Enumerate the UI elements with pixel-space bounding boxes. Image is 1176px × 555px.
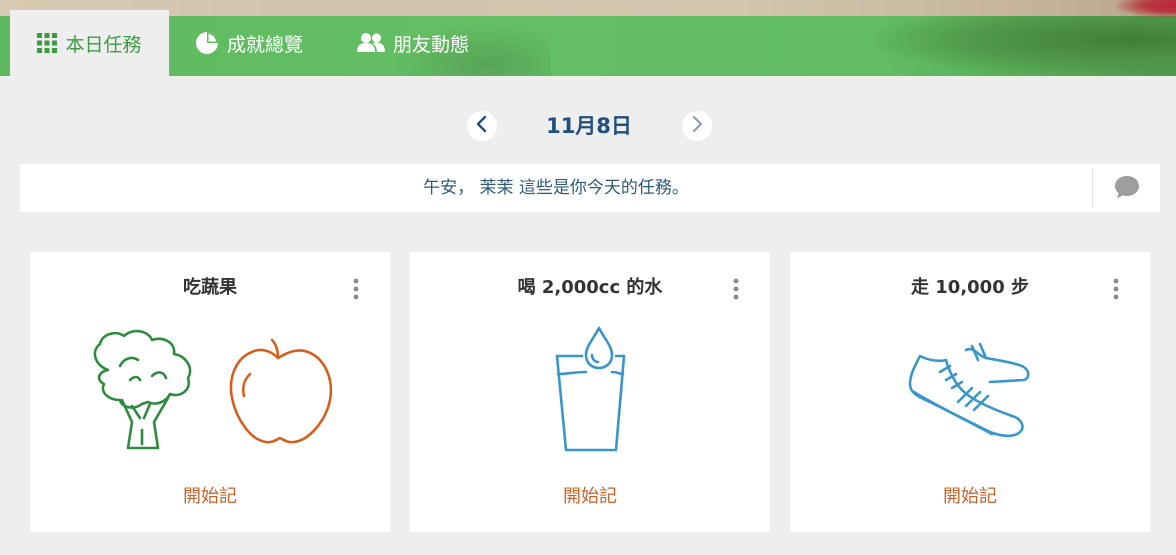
header-photo-strip [0, 0, 1176, 16]
next-day-button[interactable] [682, 111, 712, 141]
date-navigator: 11月8日 [0, 107, 1176, 147]
task-title: 吃蔬果 [183, 277, 237, 298]
greeting-message: 午安， 茉茉 這些是你今天的任務。 [423, 178, 689, 198]
start-record-link[interactable]: 開始記 [30, 484, 390, 510]
tab-label: 朋友動態 [393, 33, 470, 56]
current-date: 11月8日 [546, 114, 632, 138]
more-options-icon[interactable] [348, 276, 364, 302]
start-record-link[interactable]: 開始記 [410, 484, 770, 510]
task-card-water[interactable]: 喝 2,000cc 的水 開始記 [410, 252, 770, 532]
greeting-bar: 午安， 茉茉 這些是你今天的任務。 [20, 164, 1160, 212]
chat-button[interactable] [1110, 174, 1144, 204]
grid-icon [37, 33, 58, 53]
tab-friends-activity[interactable]: 朋友動態 [357, 10, 469, 76]
chevron-left-icon [475, 115, 489, 137]
pie-chart-icon [195, 31, 219, 55]
prev-day-button[interactable] [467, 111, 497, 141]
start-record-link[interactable]: 開始記 [790, 484, 1150, 510]
water-glass-icon [410, 322, 770, 462]
task-title: 走 10,000 步 [911, 277, 1029, 298]
tab-today-tasks[interactable]: 本日任務 [10, 10, 169, 76]
header-photo-accent [1116, 0, 1176, 18]
task-card-fruits-veggies[interactable]: 吃蔬果 開始記 [30, 252, 390, 532]
top-nav-bar: 本日任務 成就總覽 朋友動態 [0, 0, 1176, 76]
tab-achievements[interactable]: 成就總覽 [195, 10, 303, 76]
chevron-right-icon [690, 115, 704, 137]
header-hill-decoration [876, 16, 1176, 76]
greeting-divider [1092, 168, 1093, 208]
broccoli-apple-icon [30, 322, 390, 462]
tab-label: 成就總覽 [227, 33, 304, 56]
chat-bubble-icon [1113, 174, 1141, 204]
more-options-icon[interactable] [728, 276, 744, 302]
task-title: 喝 2,000cc 的水 [517, 277, 663, 298]
task-card-steps[interactable]: 走 10,000 步 開始記 [790, 252, 1150, 532]
more-options-icon[interactable] [1108, 276, 1124, 302]
tab-label: 本日任務 [65, 33, 142, 56]
sneaker-icon [790, 322, 1150, 462]
friends-icon [357, 32, 385, 54]
